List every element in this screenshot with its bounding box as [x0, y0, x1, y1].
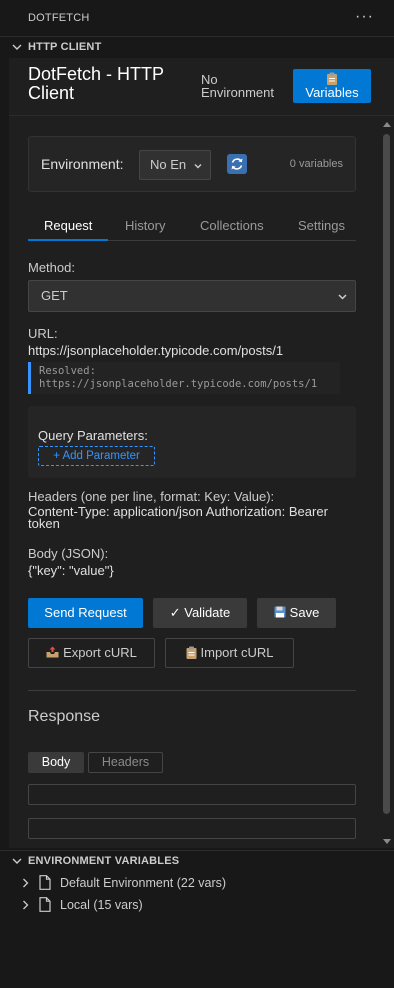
panel-header: DotFetch - HTTP Client No Environment Va… [9, 58, 394, 116]
refresh-icon[interactable] [227, 154, 247, 174]
request-tabs: Request History Collections Settings [28, 212, 356, 241]
method-label: Method: [28, 260, 75, 275]
clipboard-icon [327, 72, 337, 85]
tab-history[interactable]: History [125, 218, 165, 233]
response-tab-headers[interactable]: Headers [88, 752, 163, 773]
headers-label: Headers (one per line, format: Key: Valu… [28, 489, 275, 504]
page-title: DotFetch - HTTP Client [28, 64, 164, 103]
section-label: HTTP CLIENT [28, 41, 102, 53]
export-curl-button[interactable]: Export cURL [28, 638, 155, 668]
chevron-right-icon [23, 900, 29, 910]
tree-item-label: Local (15 vars) [60, 898, 143, 912]
environment-status: No Environment [201, 72, 274, 100]
response-tab-body[interactable]: Body [28, 752, 84, 773]
import-curl-button[interactable]: Import cURL [165, 638, 294, 668]
active-tab-indicator [28, 239, 108, 241]
export-curl-label: Export cURL [63, 645, 137, 660]
resolved-url: https://jsonplaceholder.typicode.com/pos… [39, 378, 318, 390]
sidebar-title-bar: DOTFETCH ··· [0, 0, 394, 36]
outbox-tray-icon [46, 646, 59, 658]
save-button-label: Save [289, 605, 320, 620]
section-header-environment-variables[interactable]: ENVIRONMENT VARIABLES [0, 850, 394, 872]
headers-input[interactable]: Content-Type: application/json Authoriza… [28, 505, 348, 530]
scroll-up-arrow-icon[interactable] [383, 122, 391, 127]
file-icon [39, 875, 51, 890]
environment-select[interactable]: No En [139, 150, 211, 180]
environment-box: Environment: No En 0 variables [28, 136, 356, 192]
section-header-http-client[interactable]: HTTP CLIENT [0, 36, 394, 58]
tab-request[interactable]: Request [44, 218, 92, 233]
response-status-box [28, 784, 356, 805]
chevron-down-icon [338, 294, 347, 300]
resolved-label: Resolved: [39, 365, 96, 377]
method-value: GET [41, 288, 68, 303]
send-request-button[interactable]: Send Request [28, 598, 143, 628]
query-parameters-box: Query Parameters: + Add Parameter [28, 406, 356, 478]
file-icon [39, 897, 51, 912]
section-label: ENVIRONMENT VARIABLES [28, 855, 180, 867]
variables-button-label: Variables [305, 85, 359, 100]
tree-item-default-environment[interactable]: Default Environment (22 vars) [0, 872, 394, 894]
chevron-down-icon [12, 44, 22, 50]
validate-button[interactable]: ✓ Validate [153, 598, 247, 628]
chevron-right-icon [23, 878, 29, 888]
ellipsis-icon[interactable]: ··· [355, 8, 374, 26]
environment-label: Environment: [41, 156, 124, 172]
url-input[interactable]: https://jsonplaceholder.typicode.com/pos… [28, 343, 283, 358]
tree-item-local[interactable]: Local (15 vars) [0, 894, 394, 916]
environment-selected: No En [150, 157, 187, 172]
chevron-down-icon [194, 164, 202, 169]
scroll-down-arrow-icon[interactable] [383, 839, 391, 844]
body-label: Body (JSON): [28, 546, 109, 561]
variables-button[interactable]: Variables [293, 69, 371, 103]
scrollbar-thumb[interactable] [383, 134, 390, 814]
chevron-down-icon [12, 858, 22, 864]
response-body-box [28, 818, 356, 839]
divider [28, 690, 356, 691]
add-parameter-button[interactable]: + Add Parameter [38, 446, 155, 466]
view-title: DOTFETCH [28, 12, 90, 24]
http-client-panel: DotFetch - HTTP Client No Environment Va… [9, 58, 394, 848]
import-curl-label: Import cURL [200, 645, 274, 660]
tree-item-label: Default Environment (22 vars) [60, 876, 227, 890]
query-parameters-label: Query Parameters: [38, 428, 148, 443]
method-select[interactable]: GET [28, 280, 356, 312]
variable-count: 0 variables [289, 158, 343, 170]
response-title: Response [28, 708, 101, 725]
save-button[interactable]: Save [257, 598, 336, 628]
tab-settings[interactable]: Settings [298, 218, 345, 233]
clipboard-icon [186, 646, 197, 659]
url-label: URL: [28, 326, 58, 341]
body-input[interactable]: {"key": "value"} [28, 563, 114, 578]
resolved-url-box: Resolved: https://jsonplaceholder.typico… [28, 362, 340, 394]
tab-collections[interactable]: Collections [200, 218, 264, 233]
floppy-disk-icon [274, 606, 286, 618]
scrollbar[interactable] [380, 116, 394, 848]
